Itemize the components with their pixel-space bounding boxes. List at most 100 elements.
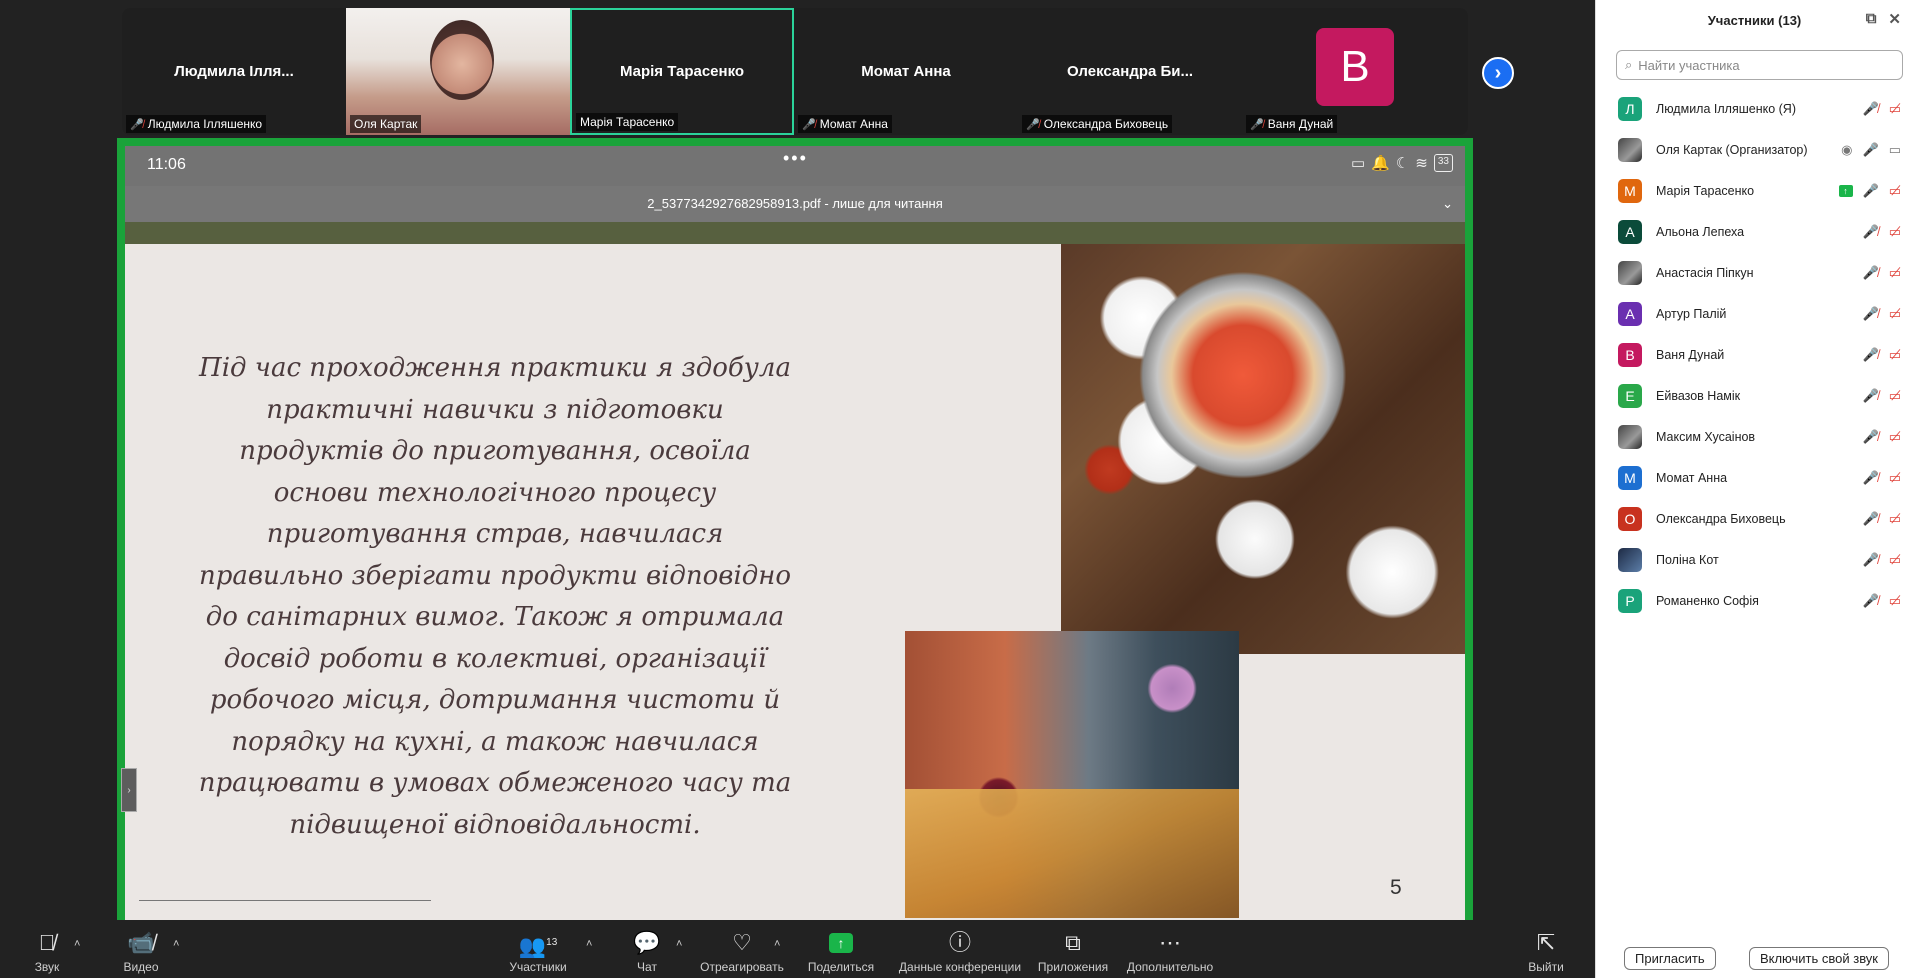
- react-button[interactable]: ♡ Отреагировать: [687, 926, 797, 974]
- avatar: Е: [1618, 383, 1642, 408]
- avatar: М: [1618, 465, 1642, 490]
- next-page-button[interactable]: ›: [1482, 57, 1514, 89]
- participant-name: Момат Анна: [1656, 470, 1728, 485]
- video-tile-active-speaker[interactable]: Марія Тарасенко Марія Тарасенко: [570, 8, 794, 135]
- more-button[interactable]: ⋯ Дополнительно: [1115, 926, 1225, 974]
- camera-off-icon: ▭̸: [1888, 346, 1901, 362]
- audio-options-caret[interactable]: ˄: [74, 938, 80, 950]
- close-icon[interactable]: ✕: [1888, 10, 1901, 28]
- mic-icon: 🎤: [1862, 182, 1879, 198]
- participants-button[interactable]: 👥13 Участники: [483, 926, 593, 974]
- mic-muted-icon: 🎤̸: [1862, 264, 1879, 280]
- participant-row[interactable]: Поліна Кот 🎤̸ ▭̸: [1596, 539, 1913, 580]
- mic-muted-icon: 🎤̸: [1862, 592, 1879, 608]
- avatar: [1618, 260, 1642, 285]
- tile-name: Людмила Ілля...: [174, 63, 294, 80]
- share-screen-button[interactable]: ↑ Поделиться: [786, 926, 896, 974]
- cast-icon: ▭: [1350, 155, 1366, 172]
- slide-text: Під час проходження практики я здобула п…: [198, 353, 792, 840]
- camera-off-icon: ▭̸: [1888, 469, 1901, 485]
- invite-button[interactable]: Пригласить: [1624, 947, 1716, 970]
- meeting-toolbar: 🎙̸ Звук ˄ 📹̸ Видео ˄ 👥13 Участники ˄ 💬 Ч…: [0, 926, 1595, 978]
- tile-label: 🎤̸ Олександра Биховець: [1022, 115, 1173, 133]
- avatar: B: [1316, 27, 1394, 106]
- video-tile[interactable]: B 🎤̸ Ваня Дунай: [1242, 8, 1468, 135]
- chat-options-caret[interactable]: ˄: [676, 938, 682, 950]
- info-label: Данные конференции: [898, 960, 1022, 974]
- leave-label: Выйти: [1528, 960, 1564, 974]
- participant-row[interactable]: Е Ейвазов Намік 🎤̸ ▭̸: [1596, 375, 1913, 416]
- participant-row[interactable]: О Олександра Биховець 🎤̸ ▭̸: [1596, 498, 1913, 539]
- apps-button[interactable]: ⧉ Приложения: [1018, 926, 1128, 974]
- unmute-self-button[interactable]: Включить свой звук: [1748, 947, 1889, 970]
- record-icon: ◉: [1841, 141, 1853, 157]
- participant-row[interactable]: Максим Хусаінов 🎤̸ ▭̸: [1596, 416, 1913, 457]
- info-icon: ⓘ: [948, 930, 971, 955]
- slide-page-number: 5: [1390, 876, 1402, 899]
- mic-muted-icon: 🎤̸: [1862, 469, 1879, 485]
- video-tile[interactable]: Людмила Ілля... 🎤̸ Людмила Ілляшенко: [122, 8, 346, 135]
- react-options-caret[interactable]: ˄: [774, 938, 780, 950]
- apps-label: Приложения: [1037, 960, 1109, 974]
- camera-off-icon: ▭̸: [1888, 182, 1901, 198]
- tile-name: Марія Тарасенко: [619, 63, 745, 80]
- avatar: А: [1618, 219, 1642, 244]
- panel-header: Участники (13) ⧉ ✕: [1596, 0, 1913, 40]
- chevron-down-icon[interactable]: ⌄: [1442, 186, 1453, 222]
- pdf-title: 2_5377342927682958913.pdf - лише для чит…: [647, 196, 943, 211]
- participant-name: Ваня Дунай: [1656, 347, 1725, 362]
- search-placeholder: Найти участника: [1638, 57, 1740, 73]
- mic-muted-icon: 🎤̸: [1862, 346, 1879, 362]
- participant-name: Максим Хусаінов: [1656, 429, 1756, 444]
- participant-row[interactable]: М Момат Анна 🎤̸ ▭̸: [1596, 457, 1913, 498]
- participant-row[interactable]: А Альона Лепеха 🎤̸ ▭̸: [1596, 211, 1913, 252]
- video-tile[interactable]: Олександра Би... 🎤̸ Олександра Биховець: [1018, 8, 1242, 135]
- participant-row[interactable]: А Артур Палій 🎤̸ ▭̸: [1596, 293, 1913, 334]
- mic-muted-icon: 🎤̸: [1862, 100, 1879, 116]
- tile-label: Оля Картак: [350, 115, 422, 133]
- avatar: [1618, 137, 1642, 162]
- popout-icon[interactable]: ⧉: [1866, 10, 1877, 28]
- chat-icon: 💬: [633, 930, 661, 955]
- video-label: Видео: [123, 960, 159, 974]
- participant-row[interactable]: М Марія Тарасенко ↑ 🎤 ▭̸: [1596, 170, 1913, 211]
- meeting-info-button[interactable]: ⓘ Данные конференции: [896, 926, 1024, 974]
- participant-row[interactable]: Л Людмила Ілляшенко (Я) 🎤̸ ▭̸: [1596, 88, 1913, 129]
- react-label: Отреагировать: [700, 960, 784, 974]
- video-tile[interactable]: Оля Картак: [346, 8, 570, 135]
- mic-muted-icon: 🎤̸: [130, 118, 144, 131]
- video-options-caret[interactable]: ˄: [173, 938, 179, 950]
- search-input[interactable]: ⌕ Найти участника: [1616, 50, 1903, 80]
- camera-off-icon: ▭̸: [1888, 592, 1901, 608]
- pizza-photo: [1061, 244, 1465, 654]
- pdf-title-bar: 2_5377342927682958913.pdf - лише для чит…: [125, 186, 1465, 222]
- slide-header-band: [125, 222, 1465, 244]
- bell-icon: 🔔: [1371, 155, 1390, 172]
- participant-row[interactable]: Р Романенко Софія 🎤̸ ▭̸: [1596, 580, 1913, 621]
- wifi-icon: ≋: [1415, 155, 1428, 172]
- side-handle[interactable]: ›: [121, 768, 137, 812]
- meeting-stage: Людмила Ілля... 🎤̸ Людмила Ілляшенко Оля …: [0, 0, 1595, 978]
- camera-off-icon: ▭̸: [1888, 387, 1901, 403]
- status-icons: ▭ 🔔 ☾ ≋ 33: [1351, 154, 1453, 172]
- participant-name: Ейвазов Намік: [1656, 388, 1741, 403]
- avatar: В: [1618, 342, 1642, 367]
- video-button[interactable]: 📹̸ Видео: [86, 926, 196, 974]
- share-label: Поделиться: [807, 960, 875, 974]
- participant-row[interactable]: Оля Картак (Организатор) ◉ 🎤 ▭: [1596, 129, 1913, 170]
- tile-label: 🎤̸ Людмила Ілляшенко: [126, 115, 267, 133]
- participant-row[interactable]: Анастасія Піпкун 🎤̸ ▭̸: [1596, 252, 1913, 293]
- participants-label: Участники: [509, 960, 567, 974]
- participant-name: Альона Лепеха: [1656, 224, 1745, 239]
- leave-button[interactable]: ⇱ Выйти: [1491, 926, 1601, 974]
- mic-muted-icon: 🎤̸: [1862, 510, 1879, 526]
- tile-label: 🎤̸ Момат Анна: [798, 115, 892, 133]
- participant-row[interactable]: В Ваня Дунай 🎤̸ ▭̸: [1596, 334, 1913, 375]
- tile-label: 🎤̸ Ваня Дунай: [1246, 115, 1338, 133]
- mic-muted-icon: 🎤̸: [1862, 428, 1879, 444]
- video-tile[interactable]: Момат Анна 🎤̸ Момат Анна: [794, 8, 1018, 135]
- camera-off-icon: ▭̸: [1888, 551, 1901, 567]
- mic-muted-icon: 🎤̸: [802, 118, 816, 131]
- share-arrow-icon: ↑: [829, 933, 853, 953]
- chat-button[interactable]: 💬 Чат: [592, 926, 702, 974]
